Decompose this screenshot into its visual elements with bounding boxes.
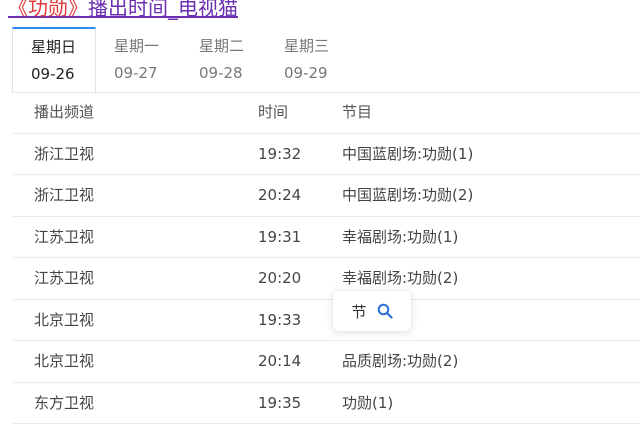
- tab-day-label: 星期日: [31, 38, 77, 56]
- date-tabs: 星期日 09-26 星期一 09-27 星期二 09-28 星期三 09-29: [12, 27, 640, 93]
- program-cell: 幸福剧场:功勋(1): [342, 227, 459, 246]
- channel-cell: 北京卫视: [34, 310, 95, 329]
- page-title-bar: 《功勋》播出时间_电视猫: [0, 0, 640, 22]
- tab-wednesday[interactable]: 星期三 09-29: [266, 28, 350, 91]
- program-cell: 中国蓝剧场:功勋(1): [342, 144, 474, 163]
- page-title-text: 播出时间_电视猫: [88, 0, 238, 20]
- time-cell: 20:20: [258, 269, 302, 287]
- tab-sunday[interactable]: 星期日 09-26: [12, 27, 96, 92]
- header-time: 时间: [258, 103, 289, 121]
- search-icon: [377, 303, 393, 319]
- channel-cell: 浙江卫视: [34, 144, 95, 163]
- page-title-link[interactable]: 《功勋》播出时间_电视猫: [8, 0, 238, 22]
- tab-date-label: 09-27: [114, 64, 158, 82]
- tab-date-label: 09-28: [199, 64, 243, 82]
- channel-cell: 北京卫视: [34, 352, 95, 370]
- channel-cell: 江苏卫视: [34, 227, 95, 246]
- time-cell: 19:33: [258, 310, 302, 329]
- schedule-table: 播出频道 时间 节目 浙江卫视 19:32 中国蓝剧场:功勋(1) 浙江卫视 2…: [12, 92, 640, 424]
- tab-date-label: 09-29: [284, 64, 328, 82]
- table-header-row: 播出频道 时间 节目: [12, 92, 640, 134]
- table-row: 北京卫视 20:14 品质剧场:功勋(2): [12, 341, 640, 383]
- time-cell: 19:31: [258, 227, 302, 246]
- table-row: 江苏卫视 19:31 幸福剧场:功勋(1): [12, 217, 640, 258]
- time-cell: 19:35: [258, 393, 302, 412]
- header-channel: 播出频道: [34, 103, 95, 121]
- time-cell: 20:14: [258, 352, 302, 370]
- program-cell: 中国蓝剧场:功勋(2): [342, 186, 474, 204]
- program-cell: 品质剧场:功勋(2): [342, 352, 459, 370]
- tab-date-label: 09-26: [31, 65, 75, 83]
- tab-tuesday[interactable]: 星期二 09-28: [181, 28, 265, 91]
- channel-cell: 江苏卫视: [34, 269, 95, 287]
- tab-day-label: 星期一: [114, 37, 160, 55]
- time-cell: 20:24: [258, 186, 302, 204]
- table-row: 江苏卫视 20:20 幸福剧场:功勋(2): [12, 258, 640, 300]
- page-title-keyword: 《功勋》: [8, 0, 88, 20]
- tab-day-label: 星期二: [199, 37, 245, 55]
- channel-cell: 东方卫视: [34, 393, 95, 412]
- header-program: 节目: [342, 103, 373, 121]
- table-row: 浙江卫视 19:32 中国蓝剧场:功勋(1): [12, 134, 640, 175]
- table-row: 浙江卫视 20:24 中国蓝剧场:功勋(2): [12, 175, 640, 217]
- table-row: 北京卫视 19:33 功勋(1): [12, 300, 640, 341]
- program-cell: 功勋(1): [342, 393, 394, 412]
- floating-button-label: 节: [351, 302, 367, 321]
- tab-monday[interactable]: 星期一 09-27: [96, 28, 180, 91]
- floating-search-button[interactable]: 节: [333, 291, 411, 331]
- table-row: 东方卫视 19:35 功勋(1): [12, 383, 640, 424]
- tab-day-label: 星期三: [284, 37, 330, 55]
- time-cell: 19:32: [258, 144, 302, 163]
- channel-cell: 浙江卫视: [34, 186, 95, 204]
